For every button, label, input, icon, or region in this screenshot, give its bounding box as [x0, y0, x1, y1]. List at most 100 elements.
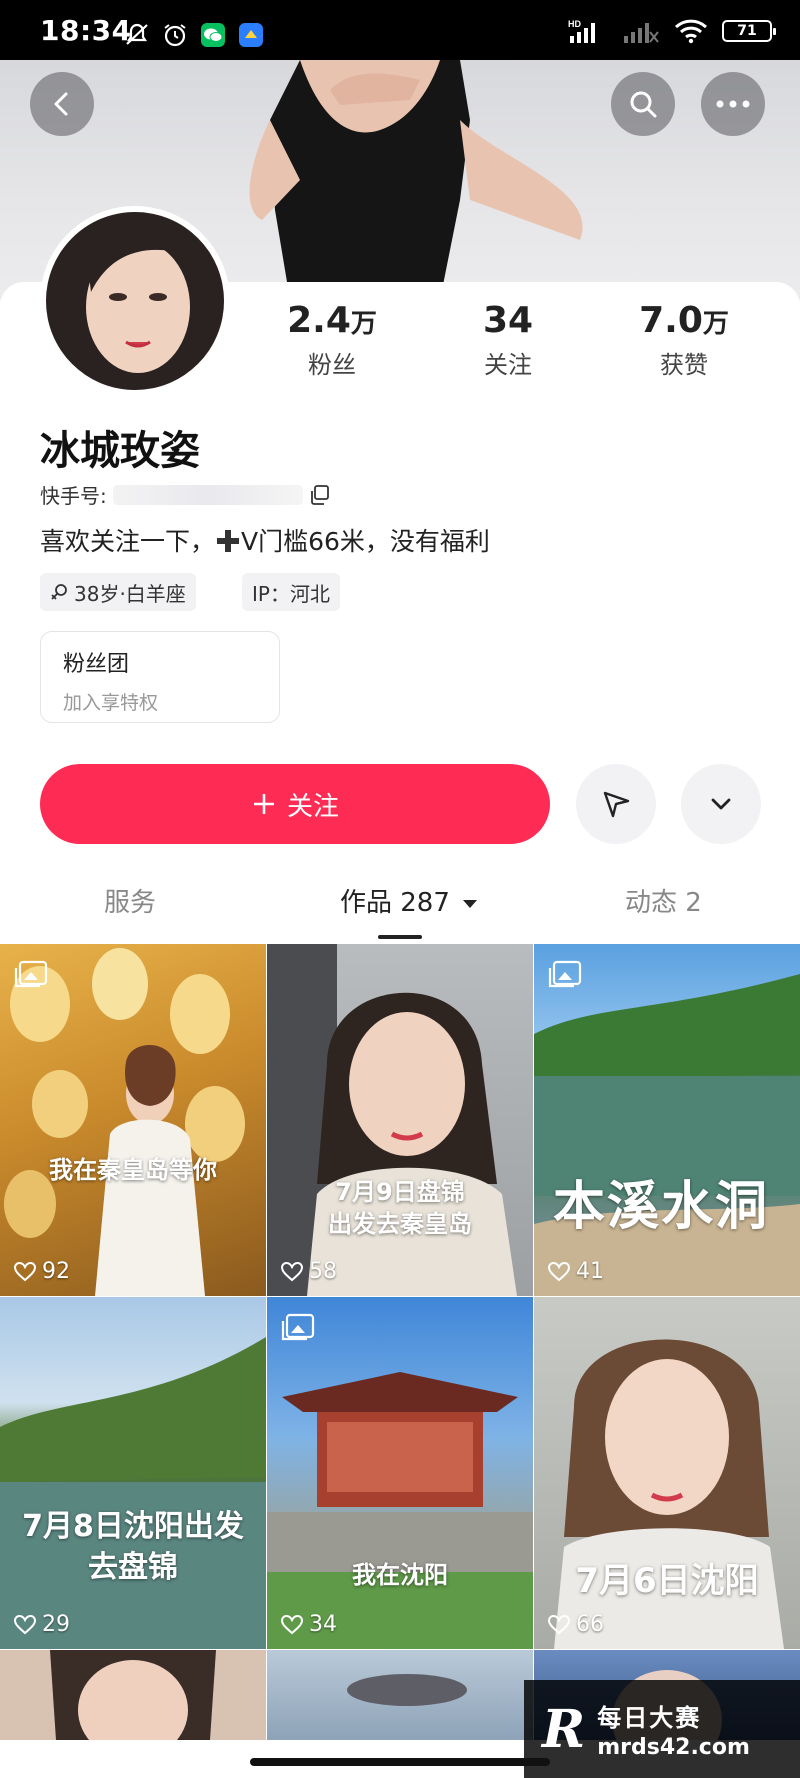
post-likes: 92: [14, 1259, 70, 1284]
stat-label: 关注: [484, 351, 532, 379]
watermark-url: mrds42.com: [597, 1735, 750, 1760]
stat-following[interactable]: 34 关注: [428, 300, 588, 380]
tab-services[interactable]: 服务: [104, 882, 156, 919]
profile-name: 冰城玫姿: [40, 428, 200, 474]
post-likes: 58: [281, 1259, 337, 1284]
post-tile[interactable]: 7月9日盘锦 出发去秦皇岛 58: [267, 944, 533, 1296]
post-tile[interactable]: 本溪水洞 41: [534, 944, 800, 1296]
avatar-photo-icon: [46, 212, 224, 390]
plus-emoji-icon: [217, 530, 240, 552]
status-bar: 18:34 HD 71: [0, 0, 800, 60]
copy-icon[interactable]: [309, 484, 331, 506]
post-likes: 34: [281, 1612, 337, 1637]
profile-bio: 喜欢关注一下， V门槛66米，没有福利: [40, 522, 490, 558]
more-options-button[interactable]: [701, 72, 765, 136]
active-tab-indicator: [378, 935, 422, 939]
post-caption: 本溪水洞: [552, 1177, 769, 1237]
post-caption: 7月8日沈阳出发 去盘锦: [22, 1509, 244, 1585]
avatar[interactable]: [40, 206, 230, 396]
cellular-signal-icon: HD: [568, 19, 595, 43]
watermark-badge: R 每日大赛 mrds42.com: [524, 1680, 800, 1778]
watermark-title: 每日大赛: [597, 1704, 702, 1732]
lantern-photo-icon: [4, 948, 245, 1296]
river-photo-icon: [0, 1337, 266, 1649]
multi-image-icon: [14, 960, 48, 988]
heart-icon: [14, 1614, 36, 1634]
likes-count: 29: [42, 1612, 70, 1637]
post-likes: 41: [548, 1259, 604, 1284]
watermark-logo: R: [542, 1698, 586, 1760]
chevron-left-icon: [54, 92, 68, 116]
watermark-text: 每日大赛 mrds42.com: [597, 1698, 750, 1760]
multi-image-icon: [281, 1313, 315, 1341]
female-icon: [51, 584, 67, 600]
chevron-down-icon: [711, 798, 731, 810]
post-caption: 我在沈阳: [352, 1561, 448, 1589]
stat-value: 7.0万: [639, 300, 729, 341]
likes-count: 34: [309, 1612, 337, 1637]
svg-text:HD: HD: [568, 19, 581, 29]
fan-group-card[interactable]: 粉丝团 加入享特权: [40, 631, 280, 723]
likes-count: 58: [309, 1259, 337, 1284]
selfie-photo-icon: [267, 944, 517, 1296]
search-icon: [630, 91, 657, 118]
stat-label: 获赞: [660, 351, 708, 379]
post-tile[interactable]: 7月8日沈阳出发 去盘锦 29: [0, 1297, 266, 1649]
fan-group-subtitle: 加入享特权: [63, 692, 159, 714]
lake-photo-icon: [534, 974, 800, 1296]
pavilion-photo-icon: [267, 1372, 533, 1649]
message-button[interactable]: [576, 764, 656, 844]
stat-value: 2.4万: [287, 300, 377, 341]
search-button[interactable]: [611, 72, 675, 136]
more-horizontal-icon: [716, 100, 750, 108]
fan-group-title: 粉丝团: [63, 652, 130, 677]
home-indicator[interactable]: [250, 1758, 550, 1766]
cellular-signal-2-icon: [624, 23, 659, 43]
caret-down-icon[interactable]: [462, 898, 478, 910]
post-tile[interactable]: [0, 1650, 266, 1740]
app-notification-icon: [239, 23, 263, 47]
heart-icon: [281, 1614, 303, 1634]
battery-indicator: 71: [722, 20, 776, 42]
stat-followers[interactable]: 2.4万 粉丝: [252, 300, 412, 380]
heart-icon: [548, 1614, 570, 1634]
status-time: 18:34: [40, 14, 132, 47]
expand-recommendations-button[interactable]: [681, 764, 761, 844]
tag-age-zodiac: 38岁·白羊座: [40, 573, 196, 611]
tab-works-label: 作品 287: [340, 888, 450, 918]
likes-count: 66: [576, 1612, 604, 1637]
kuaishou-id-row: 快手号:: [40, 480, 331, 509]
likes-count: 92: [42, 1259, 70, 1284]
post-tile[interactable]: 我在沈阳 34: [267, 1297, 533, 1649]
heart-icon: [548, 1261, 570, 1281]
follow-label: 关注: [286, 791, 339, 822]
kuaishou-id-redacted: [112, 484, 303, 505]
post-likes: 29: [14, 1612, 70, 1637]
heart-icon: [14, 1261, 36, 1281]
tab-works[interactable]: 作品 287: [340, 882, 478, 919]
plus-icon: [253, 794, 274, 814]
back-button[interactable]: [30, 72, 94, 136]
follow-button[interactable]: 关注: [40, 764, 550, 844]
heart-icon: [281, 1261, 303, 1281]
wechat-icon: [201, 23, 225, 47]
likes-count: 41: [576, 1259, 604, 1284]
selfie-photo-icon: [50, 1650, 216, 1740]
kuaishou-id-label: 快手号:: [40, 484, 107, 508]
post-caption: 7月9日盘锦 出发去秦皇岛: [328, 1178, 472, 1239]
post-tile[interactable]: 7月6日沈阳 66: [534, 1297, 800, 1649]
tag-label: IP：河北: [252, 581, 330, 606]
post-tile[interactable]: 我在秦皇岛等你 92: [0, 944, 266, 1296]
bio-text-2: V门槛66米，没有福利: [241, 527, 490, 556]
stat-label: 粉丝: [308, 351, 356, 379]
tag-label: 38岁·白羊座: [74, 581, 186, 606]
post-likes: 66: [548, 1612, 604, 1637]
mute-icon: [126, 23, 148, 45]
alarm-icon: [164, 24, 186, 47]
post-tile[interactable]: [267, 1650, 533, 1740]
wifi-icon: [674, 19, 708, 44]
tag-ip-location: IP：河北: [242, 573, 340, 611]
sky-photo-icon: [347, 1674, 467, 1706]
stat-likes[interactable]: 7.0万 获赞: [604, 300, 764, 380]
tab-moments[interactable]: 动态 2: [625, 882, 702, 919]
